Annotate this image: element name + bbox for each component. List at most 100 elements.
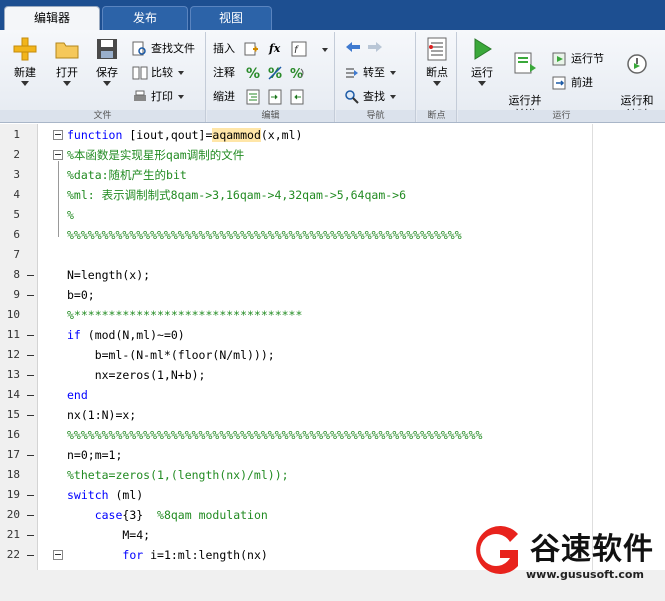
code-line[interactable]: 3 %data:随机产生的bit: [0, 165, 592, 185]
code-line[interactable]: 11 if (mod(N,ml)~=0): [0, 325, 592, 345]
goto-button[interactable]: 转至: [344, 64, 396, 82]
back-arrow-icon[interactable]: [344, 40, 362, 54]
breakpoint-marker[interactable]: [27, 455, 34, 456]
find-button[interactable]: 查找: [344, 88, 396, 106]
run-and-advance-icon: [514, 52, 536, 74]
code-text: if (mod(N,ml)~=0): [67, 328, 185, 342]
breakpoint-marker[interactable]: [27, 535, 34, 536]
forward-arrow-icon[interactable]: [366, 40, 384, 54]
increase-indent-icon[interactable]: [267, 89, 283, 105]
comment-button[interactable]: 注释: [213, 64, 235, 82]
code-text: %本函数是实现星形qam调制的文件: [67, 148, 245, 162]
file-group: 新建 打开 保存 查找文件 比较 打印 文件: [0, 32, 206, 122]
code-line[interactable]: 12 b=ml-(N-ml*(floor(N/ml)));: [0, 345, 592, 365]
code-line[interactable]: 15 nx(1:N)=x;: [0, 405, 592, 425]
play-icon: [474, 38, 492, 60]
breakpoint-marker[interactable]: [27, 275, 34, 276]
code-line[interactable]: 8 N=length(x);: [0, 265, 592, 285]
run-button[interactable]: 运行: [464, 36, 500, 86]
code-line[interactable]: 7: [0, 245, 592, 265]
run-section-button[interactable]: 运行节: [552, 50, 604, 68]
find-files-button[interactable]: 查找文件: [132, 40, 195, 58]
fx-button[interactable]: fx: [269, 40, 280, 58]
comment-label: 注释: [213, 66, 235, 79]
code-line[interactable]: 13 nx=zeros(1,N+b);: [0, 365, 592, 385]
goto-icon: [346, 68, 358, 78]
watermark-url: www.gususoft.com: [526, 568, 644, 581]
breakpoint-marker[interactable]: [27, 295, 34, 296]
save-button[interactable]: 保存: [88, 36, 126, 86]
breakpoints-button[interactable]: 断点: [420, 36, 454, 86]
fold-toggle-icon[interactable]: [53, 550, 63, 560]
tab-editor[interactable]: 编辑器: [4, 6, 100, 30]
code-text: M=4;: [67, 528, 151, 542]
smart-indent-icon[interactable]: [245, 89, 261, 105]
code-line[interactable]: 10 %*********************************: [0, 305, 592, 325]
tab-view[interactable]: 视图: [190, 6, 272, 30]
breakpoint-marker[interactable]: [27, 395, 34, 396]
right-margin-line: [592, 124, 593, 570]
line-number: 7: [13, 248, 20, 261]
decrease-indent-icon[interactable]: [289, 89, 305, 105]
breakpoints-group: 断点 断点: [417, 32, 457, 122]
code-text: %data:随机产生的bit: [67, 168, 187, 182]
find-files-label: 查找文件: [151, 42, 195, 55]
breakpoint-marker[interactable]: [27, 375, 34, 376]
code-text: b=ml-(N-ml*(floor(N/ml)));: [67, 348, 275, 362]
insert-button[interactable]: 插入: [213, 40, 262, 58]
line-number: 6: [13, 228, 20, 241]
breakpoints-group-label: 断点: [417, 110, 456, 122]
new-button[interactable]: 新建: [6, 36, 44, 86]
tab-publish[interactable]: 发布: [102, 6, 188, 30]
code-line[interactable]: 14 end: [0, 385, 592, 405]
code-line[interactable]: 18 %theta=zeros(1,(length(nx)/ml));: [0, 465, 592, 485]
code-text: case{3} %8qam modulation: [94, 508, 268, 522]
uncomment-icon[interactable]: %: [267, 65, 283, 81]
run-label: 运行: [471, 66, 493, 79]
indent-button[interactable]: 缩进: [213, 88, 235, 106]
floppy-disk-icon: [97, 39, 117, 59]
breakpoint-marker[interactable]: [27, 355, 34, 356]
function-browser-icon[interactable]: f: [291, 41, 307, 57]
fold-guide-line: [58, 161, 59, 237]
indent-label: 缩进: [213, 90, 235, 103]
code-line[interactable]: 19 switch (ml): [0, 485, 592, 505]
print-button[interactable]: 打印: [132, 88, 184, 106]
code-line[interactable]: 4 %ml: 表示调制制式8qam->3,16qam->4,32qam->5,64…: [0, 185, 592, 205]
code-line[interactable]: 6%%%%%%%%%%%%%%%%%%%%%%%%%%%%%%%%%%%%%%%…: [0, 225, 592, 245]
fold-toggle-icon[interactable]: [53, 150, 63, 160]
find-label: 查找: [363, 90, 385, 103]
code-line[interactable]: 1 function [iout,qout]=aqammod(x,ml): [0, 125, 592, 145]
navigate-group: 转至 查找 导航: [336, 32, 416, 122]
advance-button[interactable]: 前进: [552, 74, 593, 92]
comment-percent-icon[interactable]: %: [245, 65, 261, 81]
code-line[interactable]: 17 n=0;m=1;: [0, 445, 592, 465]
open-button[interactable]: 打开: [48, 36, 86, 86]
insert-label: 插入: [213, 42, 235, 55]
breakpoint-marker[interactable]: [27, 555, 34, 556]
run-group-label: 运行: [458, 110, 665, 122]
breakpoint-marker[interactable]: [27, 515, 34, 516]
find-files-icon: [132, 41, 146, 56]
chevron-down-icon: [103, 81, 111, 86]
code-line[interactable]: 16%%%%%%%%%%%%%%%%%%%%%%%%%%%%%%%%%%%%%%…: [0, 425, 592, 445]
new-label: 新建: [14, 66, 36, 79]
code-line[interactable]: 9 b=0;: [0, 285, 592, 305]
code-text: function [iout,qout]=aqammod(x,ml): [67, 128, 303, 142]
file-group-label: 文件: [0, 110, 205, 122]
fold-toggle-icon[interactable]: [53, 130, 63, 140]
code-line[interactable]: 5%: [0, 205, 592, 225]
watermark: 谷速软件 www.gususoft.com: [466, 520, 665, 601]
code-line[interactable]: 2 %本函数是实现星形qam调制的文件: [0, 145, 592, 165]
code-text: %ml: 表示调制制式8qam->3,16qam->4,32qam->5,64q…: [67, 188, 407, 202]
wrap-comment-icon[interactable]: %: [289, 65, 307, 81]
breakpoint-marker[interactable]: [27, 495, 34, 496]
breakpoint-marker[interactable]: [27, 335, 34, 336]
compare-button[interactable]: 比较: [132, 64, 184, 82]
watermark-text: 谷速软件: [530, 532, 654, 567]
compare-label: 比较: [151, 66, 173, 79]
breakpoints-icon: [427, 37, 447, 61]
chevron-down-icon[interactable]: [322, 48, 328, 52]
breakpoint-marker[interactable]: [27, 415, 34, 416]
line-number: 11: [6, 328, 20, 341]
